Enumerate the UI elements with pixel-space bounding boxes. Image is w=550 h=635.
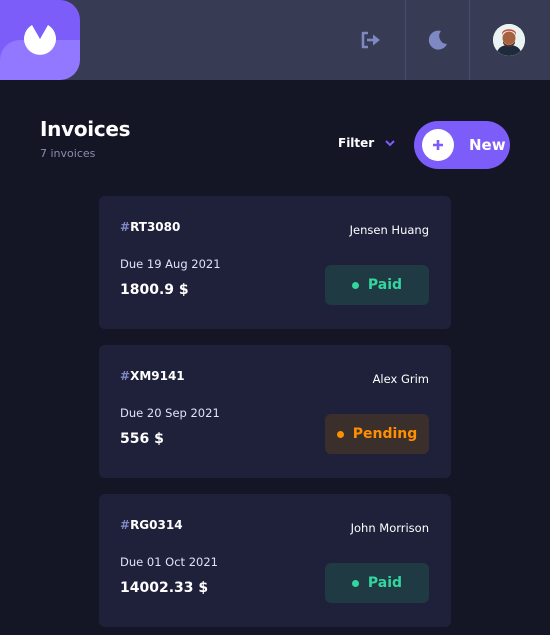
client-name: Alex Grim — [372, 372, 429, 386]
new-button-label: New — [469, 136, 506, 154]
avatar[interactable] — [493, 24, 525, 56]
avatar-image — [493, 24, 525, 56]
invoice-id: #RG0314 — [120, 518, 183, 532]
due-date: Due 20 Sep 2021 — [120, 406, 220, 420]
plus-circle — [422, 129, 454, 161]
filter-dropdown[interactable]: Filter — [338, 136, 395, 150]
due-date: Due 19 Aug 2021 — [120, 257, 221, 271]
invoice-card[interactable]: #RG0314 John Morrison Due 01 Oct 2021 14… — [99, 494, 451, 627]
chevron-down-icon — [385, 139, 395, 146]
invoice-card[interactable]: #RT3080 Jensen Huang Due 19 Aug 2021 180… — [99, 196, 451, 329]
status-dot — [336, 430, 344, 438]
top-bar — [0, 0, 550, 80]
due-date: Due 01 Oct 2021 — [120, 555, 218, 569]
invoice-amount: 556 $ — [120, 431, 164, 447]
logout-icon — [361, 31, 380, 49]
logo-icon — [24, 25, 56, 55]
header-divider — [469, 0, 470, 80]
page-title: Invoices — [40, 117, 131, 141]
status-badge: Pending — [325, 414, 429, 454]
new-invoice-button[interactable]: New — [414, 121, 510, 169]
client-name: Jensen Huang — [349, 223, 429, 237]
status-label: Pending — [352, 426, 418, 442]
invoice-count: 7 invoices — [40, 147, 96, 160]
client-name: John Morrison — [350, 521, 429, 535]
status-label: Paid — [367, 277, 403, 293]
filter-label: Filter — [338, 136, 375, 150]
status-dot — [351, 281, 359, 289]
status-badge: Paid — [325, 563, 429, 603]
invoice-card[interactable]: #XM9141 Alex Grim Due 20 Sep 2021 556 $ … — [99, 345, 451, 478]
logo[interactable] — [0, 0, 80, 80]
status-label: Paid — [367, 575, 403, 591]
theme-toggle-button[interactable] — [406, 0, 470, 80]
status-badge: Paid — [325, 265, 429, 305]
invoice-id: #XM9141 — [120, 369, 185, 383]
invoice-id: #RT3080 — [120, 220, 181, 234]
moon-icon — [428, 30, 447, 50]
invoice-amount: 1800.9 $ — [120, 282, 189, 298]
logout-button[interactable] — [339, 0, 403, 80]
invoice-amount: 14002.33 $ — [120, 580, 209, 596]
plus-icon — [433, 140, 443, 150]
status-dot — [351, 579, 359, 587]
